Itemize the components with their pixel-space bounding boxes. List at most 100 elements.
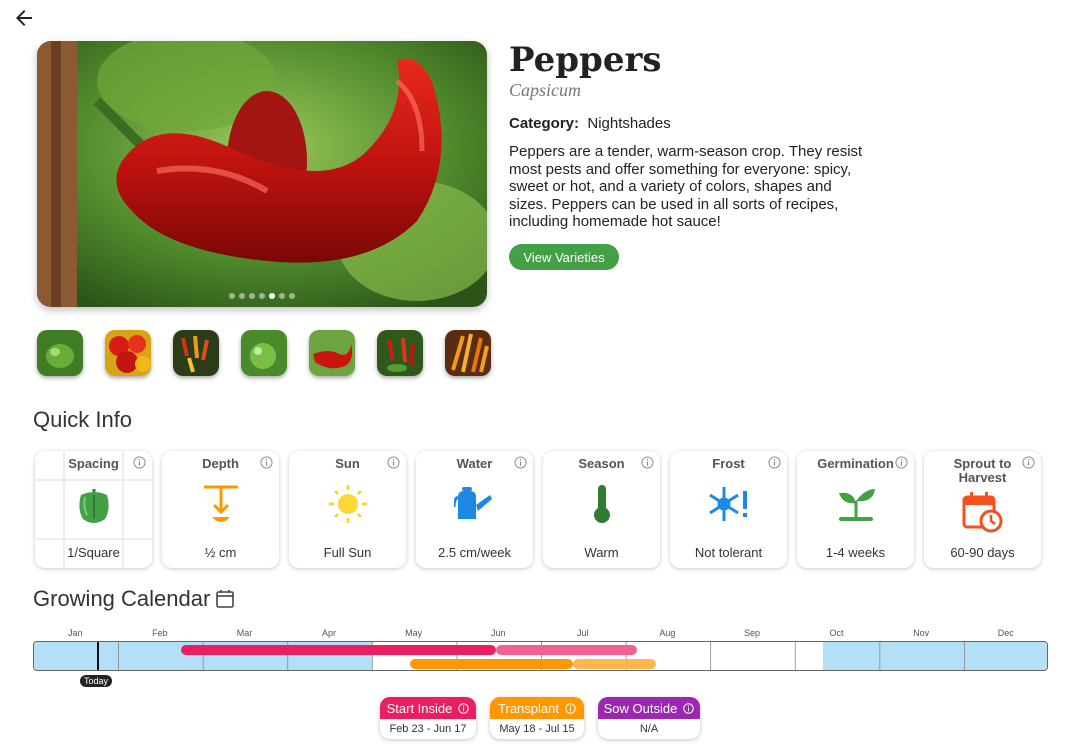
plant-description: Peppers are a tender, warm-season crop. … <box>509 143 863 230</box>
card-label: Sprout to Harvest <box>953 456 1012 485</box>
carousel-dots <box>37 293 487 299</box>
month-label: Jul <box>577 628 589 638</box>
card-value: 2.5 cm/week <box>438 545 511 560</box>
legend-start-inside[interactable]: Start Inside Feb 23 - Jun 17 <box>380 697 476 739</box>
carousel-dot[interactable] <box>239 293 245 299</box>
info-icon[interactable] <box>133 456 146 469</box>
card-label: Water <box>456 456 493 471</box>
spacing-card[interactable]: Spacing 1/Square <box>35 451 152 568</box>
thumbnail-5[interactable] <box>309 330 355 376</box>
info-icon[interactable] <box>895 456 908 469</box>
hero-image[interactable] <box>37 41 487 307</box>
thumbnail-7[interactable] <box>445 330 491 376</box>
month-label: Feb <box>152 628 168 638</box>
carousel-dot[interactable] <box>259 293 265 299</box>
frost-period-fall <box>823 642 1047 670</box>
category-label: Category: <box>509 115 580 132</box>
info-icon <box>683 702 695 714</box>
info-icon[interactable] <box>1022 456 1035 469</box>
legend-sow-outside[interactable]: Sow Outside N/A <box>598 697 700 739</box>
growing-calendar-title: Growing Calendar <box>33 586 211 611</box>
month-label: Nov <box>913 628 930 638</box>
view-varieties-button[interactable]: View Varieties <box>509 244 619 270</box>
legend-transplant[interactable]: Transplant May 18 - Jul 15 <box>490 697 584 739</box>
water-card[interactable]: Water 2.5 cm/week <box>416 451 533 568</box>
legend-label: Transplant <box>498 700 559 716</box>
month-label: Apr <box>322 628 337 638</box>
month-label: Mar <box>236 628 253 638</box>
card-label: Season <box>578 456 625 471</box>
frost-icon <box>709 487 747 521</box>
thumbnail-3[interactable] <box>173 330 219 376</box>
thermometer-icon <box>594 485 610 523</box>
quick-info-title: Quick Info <box>33 407 133 432</box>
frost-card[interactable]: Frost Not tolerant <box>670 451 787 568</box>
info-icon[interactable] <box>768 456 781 469</box>
month-label: Dec <box>997 628 1014 638</box>
depth-card[interactable]: Depth ½ cm <box>162 451 279 568</box>
calendar-icon[interactable] <box>215 589 235 609</box>
info-icon[interactable] <box>387 456 400 469</box>
thumbnail-2[interactable] <box>105 330 151 376</box>
category: Category: Nightshades <box>509 115 671 132</box>
month-label: May <box>405 628 423 638</box>
carousel-dot[interactable] <box>229 293 235 299</box>
card-value: ½ cm <box>204 545 237 560</box>
month-label: Aug <box>659 628 676 638</box>
card-label: Sun <box>335 456 360 471</box>
carousel-dot[interactable] <box>279 293 285 299</box>
depth-icon <box>204 485 238 522</box>
season-card[interactable]: Season Warm <box>543 451 660 568</box>
info-icon <box>565 702 576 714</box>
calendar-timeline <box>33 641 1048 671</box>
start-inside-bar-late <box>496 645 637 655</box>
month-labels: Jan Feb Mar Apr May Jun Jul Aug Sep Oct Nov Dec <box>33 628 1048 640</box>
legend-label: Start Inside <box>386 700 453 716</box>
transplant-bar-late <box>573 659 656 669</box>
card-label: Spacing <box>68 456 119 471</box>
plant-name: Peppers <box>509 40 662 80</box>
thumbnail-1[interactable] <box>37 330 83 376</box>
info-icon[interactable] <box>641 456 654 469</box>
month-label: Jun <box>490 628 506 638</box>
thumbnail-6[interactable] <box>377 330 423 376</box>
sprout-to-harvest-card[interactable]: Sprout to Harvest 60-90 days <box>924 451 1041 568</box>
plant-latin-name: Capsicum <box>509 80 581 100</box>
card-value: Not tolerant <box>694 545 763 560</box>
month-label: Sep <box>743 628 760 638</box>
card-value: 1/Square <box>67 545 120 560</box>
carousel-dot[interactable] <box>269 293 275 299</box>
card-value: Warm <box>584 545 619 560</box>
transplant-bar <box>410 659 573 669</box>
category-value: Nightshades <box>587 115 671 132</box>
card-value: Full Sun <box>323 545 372 560</box>
thumbnail-4[interactable] <box>241 330 287 376</box>
carousel-dot[interactable] <box>289 293 295 299</box>
card-label: Germination <box>817 456 894 471</box>
watering-can-icon <box>454 487 492 519</box>
month-label: Oct <box>829 628 844 638</box>
sun-icon <box>329 485 367 523</box>
info-icon <box>458 702 470 714</box>
card-label: Frost <box>712 456 745 471</box>
legend-label: Sow Outside <box>603 700 678 716</box>
arrow-left-icon <box>16 10 32 26</box>
back-button[interactable] <box>12 6 36 30</box>
month-label: Jan <box>68 628 83 638</box>
legend-range: Feb 23 - Jun 17 <box>389 723 467 735</box>
card-value: 1-4 weeks <box>825 545 886 560</box>
quick-info-cards: Spacing 1/Square Depth ½ cm Sun Full Sun… <box>35 451 1041 568</box>
carousel-dot[interactable] <box>249 293 255 299</box>
start-inside-bar <box>181 645 496 655</box>
sprout-icon <box>839 489 875 521</box>
card-label: Depth <box>202 456 239 471</box>
thumbnail-strip <box>37 330 491 376</box>
info-icon[interactable] <box>514 456 527 469</box>
info-icon[interactable] <box>260 456 273 469</box>
card-value: 60-90 days <box>950 545 1015 560</box>
legend-range: N/A <box>639 723 659 735</box>
sun-card[interactable]: Sun Full Sun <box>289 451 406 568</box>
germination-card[interactable]: Germination 1-4 weeks <box>797 451 914 568</box>
pepper-icon <box>79 489 109 523</box>
today-marker-label: Today <box>80 675 113 687</box>
